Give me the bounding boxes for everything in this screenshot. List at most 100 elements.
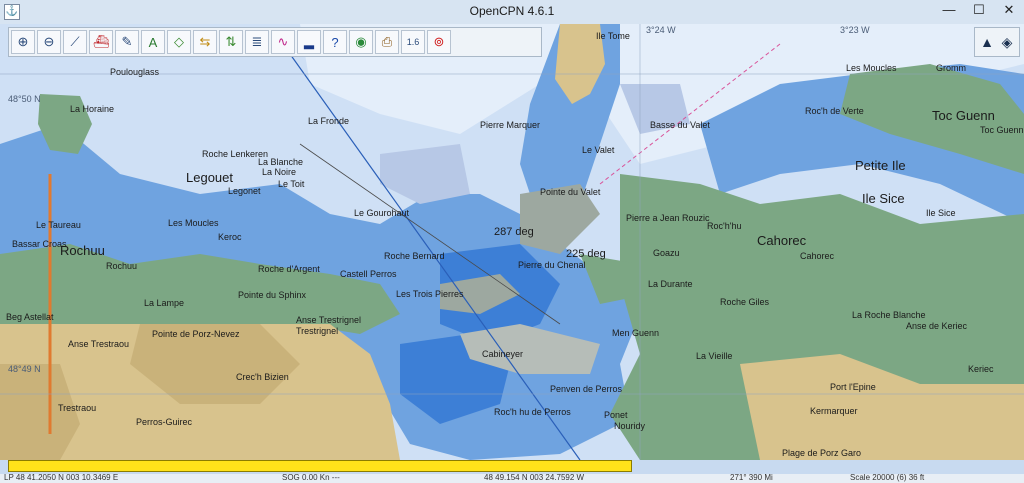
gps-status-icon: ◈ [1001,33,1013,50]
place-label-big: Cahorec [757,233,807,248]
latitude-label: 48°49 N [8,364,41,374]
zoom-in-button[interactable]: ⊕ [11,30,35,54]
close-button[interactable]: ✕ [994,0,1024,20]
scale-icon: 1.6 [406,37,420,47]
place-label: Basse du Valet [650,120,710,130]
place-label: Gromm [936,63,966,73]
scale-button[interactable]: 1.6 [401,30,425,54]
place-label: Roche Giles [720,297,770,307]
layers-button[interactable]: ◉ [349,30,373,54]
place-label: La Durante [648,279,693,289]
status-sog: SOG 0.00 Kn --- [282,474,340,482]
longitude-label: 3°23 W [840,25,870,35]
place-label: Pierre a Jean Rouzic [626,213,710,223]
latitude-label: 48°50 N [8,94,41,104]
place-label: Pierre du Chenal [518,260,586,270]
status-position: LP 48 41.2050 N 003 10.3469 E [4,474,119,482]
place-label: Le Taureau [36,220,81,230]
zoom-in-icon: ⊕ [17,34,29,49]
measure-icon: ◇ [174,34,184,49]
zoom-out-button[interactable]: ⊖ [37,30,61,54]
text-button[interactable]: A [141,30,165,54]
place-label: Men Guenn [612,328,660,338]
minimize-button[interactable]: — [934,0,964,20]
place-label: Plage de Porz Garo [782,448,862,458]
place-label: Pointe du Sphinx [238,290,307,300]
compass-north-icon: ▲ [980,34,994,50]
bearing-label: 287 deg [494,226,534,238]
place-label: Legonet [228,186,261,196]
lifebuoy-icon: ⊚ [433,34,445,49]
maximize-button[interactable]: ☐ [964,0,994,20]
wrench-icon: ✎ [121,34,133,49]
place-label: Port l'Epine [830,382,876,392]
tide-icon: ▂ [304,34,314,49]
ship-button[interactable]: ⛴ [89,30,113,54]
place-label: Rochuu [106,261,138,271]
place-label: Anse de Keriec [906,321,968,331]
place-label: Ponet [604,410,628,420]
place-label: La Roche Blanche [852,310,926,320]
bearing-label: 225 deg [566,248,606,260]
place-label: Castell Perros [340,269,397,279]
place-label: Bassar Croas [12,239,67,249]
place-label: Crec'h Bizien [236,372,289,382]
help-button[interactable]: ? [323,30,347,54]
place-label: Trestraou [58,403,97,413]
place-label: Poulouglass [110,67,160,77]
place-label: Goazu [653,248,680,258]
place-label: Anse Trestrignel [296,315,362,325]
arrows-v-icon: ⇅ [225,34,237,49]
layers-icon: ◉ [355,34,367,49]
text-icon: A [148,34,158,50]
place-label-big: Ile Sice [862,191,905,206]
place-label: Cahorec [800,251,835,261]
place-label: Les Trois Pierres [396,289,464,299]
arrows-h-icon: ⇆ [199,34,211,49]
arrows-h-button[interactable]: ⇆ [193,30,217,54]
print-button[interactable]: ⎙ [375,30,399,54]
chart-canvas[interactable]: Legouet Rochuu Petite Ile Ile Sice Toc G… [0,24,1024,460]
nautical-chart [0,24,1024,460]
route-button[interactable]: ⟋ [63,30,87,54]
zoom-out-icon: ⊖ [43,34,55,49]
place-label: Penven de Perros [550,384,623,394]
place-label: Pointe de Porz-Nevez [152,329,240,339]
ship-icon: ⛴ [92,34,110,49]
status-range: 271° 390 Mi [730,474,773,482]
place-label: La Noire [262,167,297,177]
place-label: Trestrignel [296,326,339,336]
place-label: Ile Tome [596,31,630,41]
place-label: La Lampe [144,298,185,308]
mob-button[interactable]: ⊚ [427,30,451,54]
place-label: Roche Bernard [384,251,445,261]
main-toolbar: ⊕ ⊖ ⟋ ⛴ ✎ A ◇ ⇆ ⇅ ≣ ∿ ▂ ? ◉ ⎙ 1.6 ⊚ [8,27,542,57]
place-label: Le Toit [278,179,305,189]
tide-button[interactable]: ▂ [297,30,321,54]
place-label: Cabineyer [482,349,524,359]
window-title: OpenCPN 4.6.1 [469,4,555,18]
place-label: Nouridy [614,421,646,431]
place-label: Roc'h'hu [707,221,742,231]
compass-widget[interactable]: ▲ ◈ [974,27,1020,57]
place-label: Keroc [218,232,242,242]
chart-progress-bar [8,460,632,472]
longitude-label: 3°24 W [646,25,676,35]
place-label: Roche d'Argent [258,264,320,274]
place-label: La Fronde [308,116,350,126]
place-label: Toc Guenn [980,125,1024,135]
route-manager-button[interactable]: ≣ [245,30,269,54]
place-label-big: Toc Guenn [932,108,995,123]
track-icon: ∿ [277,34,289,49]
track-button[interactable]: ∿ [271,30,295,54]
settings-button[interactable]: ✎ [115,30,139,54]
place-label-big: Petite Ile [855,158,906,173]
place-label: Perros-Guirec [136,417,193,427]
place-label: Beg Astellat [6,312,54,322]
place-label: La Blanche [258,157,304,167]
place-label: Keriec [968,364,994,374]
arrows-v-button[interactable]: ⇅ [219,30,243,54]
status-cursor: 48 49.154 N 003 24.7592 W [484,474,585,482]
place-label: Pointe du Valet [540,187,601,197]
measure-button[interactable]: ◇ [167,30,191,54]
